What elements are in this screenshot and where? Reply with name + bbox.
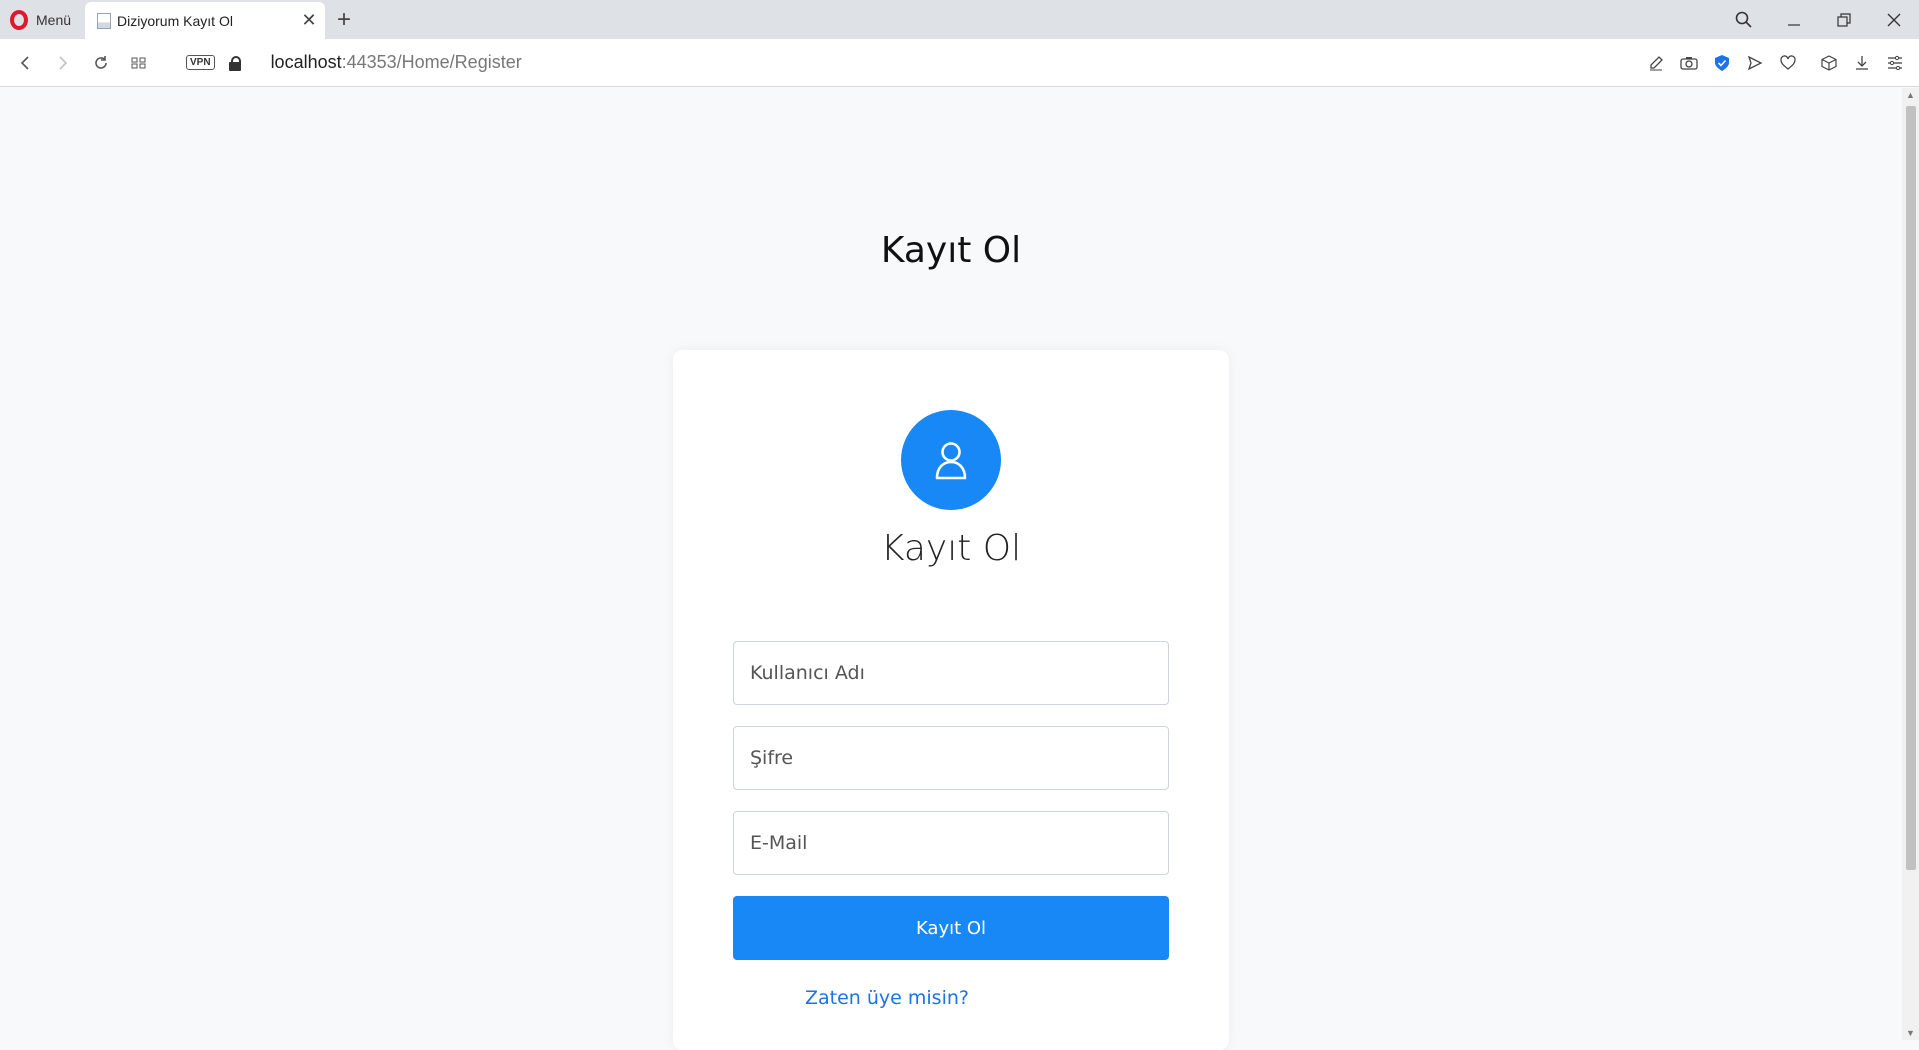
new-tab-button[interactable]: +: [325, 0, 363, 39]
menu-label: Menü: [36, 11, 72, 28]
url-path: :44353/Home/Register: [341, 52, 522, 72]
address-bar: VPN localhost:44353/Home/Register: [0, 39, 1919, 87]
user-avatar-icon: [901, 410, 1001, 510]
page-heading: Kayıt Ol: [880, 230, 1022, 271]
opera-logo-icon: [10, 9, 28, 30]
vertical-scrollbar[interactable]: ▲ ▼: [1902, 88, 1919, 1040]
tab-title: Diziyorum Kayıt Ol: [117, 12, 233, 29]
browser-tab-bar: Menü Diziyorum Kayıt Ol ✕ +: [0, 0, 1919, 39]
username-field[interactable]: [733, 641, 1169, 705]
already-member-link[interactable]: Zaten üye misin?: [805, 987, 969, 1009]
camera-icon[interactable]: [1672, 55, 1705, 71]
url-field[interactable]: localhost:44353/Home/Register: [271, 52, 522, 73]
password-field[interactable]: [733, 726, 1169, 790]
email-field[interactable]: [733, 811, 1169, 875]
vpn-badge[interactable]: VPN: [186, 55, 215, 70]
window-controls: [1719, 0, 1919, 39]
url-host: localhost: [270, 52, 342, 72]
scrollbar-thumb[interactable]: [1906, 106, 1916, 870]
speed-dial-icon[interactable]: [120, 44, 158, 82]
minimize-icon[interactable]: [1769, 0, 1819, 39]
register-button[interactable]: Kayıt Ol: [733, 896, 1169, 960]
opera-menu-button[interactable]: Menü: [0, 0, 85, 39]
back-icon[interactable]: [6, 44, 44, 82]
forward-icon[interactable]: [44, 44, 82, 82]
close-tab-icon[interactable]: ✕: [301, 10, 317, 31]
scroll-down-arrow-icon[interactable]: ▼: [1905, 1028, 1916, 1038]
cube-icon[interactable]: [1812, 54, 1845, 71]
search-icon[interactable]: [1719, 0, 1769, 39]
lock-icon[interactable]: [228, 55, 241, 71]
card-title: Kayıt Ol: [880, 528, 1022, 569]
close-window-icon[interactable]: [1869, 0, 1919, 39]
reload-icon[interactable]: [82, 44, 120, 82]
scroll-up-arrow-icon[interactable]: ▲: [1905, 90, 1916, 100]
restore-icon[interactable]: [1819, 0, 1869, 39]
send-icon[interactable]: [1738, 55, 1771, 71]
edit-icon[interactable]: [1639, 55, 1672, 71]
easy-setup-icon[interactable]: [1878, 55, 1911, 71]
shield-icon[interactable]: [1705, 54, 1738, 72]
tab-active[interactable]: Diziyorum Kayıt Ol ✕: [85, 2, 326, 39]
download-icon[interactable]: [1845, 55, 1878, 71]
heart-icon[interactable]: [1771, 54, 1804, 71]
toolbar-icons: [1639, 54, 1911, 72]
register-card: Kayıt Ol Kayıt Ol Zaten üye misin?: [673, 350, 1229, 1050]
page-favicon-icon: [97, 12, 112, 29]
